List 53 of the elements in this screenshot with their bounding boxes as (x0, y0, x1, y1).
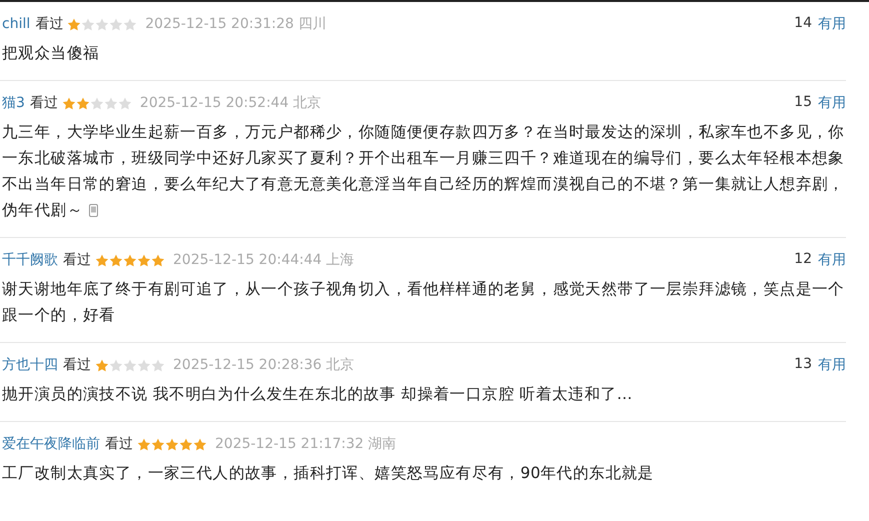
star-icon (95, 358, 109, 372)
star-icon (81, 18, 96, 30)
vote-count: 14 (794, 15, 812, 33)
review-time: 2025-12-15 20:52:44 北京 (140, 94, 322, 112)
star-icon (123, 358, 137, 372)
star-icon (151, 358, 165, 372)
review-text: 九三年，大学毕业生起薪一百多，万元户都稀少，你随随便便存款四万多？在当时最发达的深圳，私家车也不多见，你一东北破落城市，班级同学中还好几家买了夏利？开个出租车一月赚三四千？难道现在的编导们，要么太年轻根本想象不出当年日常的窘迫，要么年纪大了有意无意美化意淫当年自己经历的辉煌而漠视自己的不堪？第一集就让人想弃剧，伪年代剧～ (2, 122, 846, 221)
star-icon (90, 96, 104, 110)
useful-link[interactable]: 有用 (818, 356, 846, 374)
star-icon (95, 254, 109, 266)
review-time: 2025-12-15 20:28:36 北京 (173, 356, 354, 374)
review-text: 工厂改制太真实了，一家三代人的故事，插科打诨、嬉笑怒骂应有尽有，90年代的东北就是 (2, 463, 655, 484)
review-text: 抛开演员的演技不说 我不明白为什么发生在东北的故事 却操着一口京腔 听着太违和了… (2, 384, 634, 405)
review-text: 把观众当傻福 (2, 43, 100, 64)
useful-link[interactable]: 有用 (818, 94, 846, 112)
star-icon (151, 254, 165, 266)
watched-status: 看过 (105, 435, 133, 453)
user-name-link[interactable]: 千千阙歌 (2, 251, 58, 269)
star-icon (123, 254, 137, 266)
useful-link[interactable]: 有用 (818, 251, 846, 269)
vote-count: 15 (794, 94, 812, 112)
user-name-link[interactable]: 猫3 (2, 94, 25, 112)
review-text: 谢天谢地年底了终于有剧可追了，从一个孩子视角切入，看他样样通的老舅，感觉天然带了一层崇拜滤镜，笑点是一个跟一个的，好看 (2, 279, 846, 326)
vote-count: 13 (794, 356, 812, 374)
star-icon (76, 96, 90, 110)
star-icon (151, 438, 165, 450)
user-name-link[interactable]: 方也十四 (2, 356, 58, 374)
star-icon (193, 438, 207, 450)
star-icon (123, 18, 138, 30)
watched-status: 看过 (35, 15, 64, 33)
useful-link[interactable]: 有用 (818, 15, 846, 33)
star-icon (137, 358, 151, 372)
star-icon (109, 358, 123, 372)
star-icon (62, 96, 76, 110)
star-icon (179, 438, 193, 450)
star-icon (165, 438, 179, 450)
star-icon (109, 18, 124, 30)
star-icon (118, 96, 132, 110)
watched-status: 看过 (63, 251, 91, 269)
review-time: 2025-12-15 21:17:32 湖南 (215, 435, 396, 453)
vote-count: 12 (794, 251, 812, 269)
user-name-link[interactable]: chill (2, 16, 30, 32)
star-icon (137, 438, 151, 450)
star-icon (67, 18, 82, 30)
star-icon (95, 18, 110, 30)
review-time: 2025-12-15 20:44:44 上海 (173, 251, 354, 269)
review-time: 2025-12-15 20:31:28 四川 (145, 15, 326, 33)
watched-status: 看过 (63, 356, 91, 374)
user-name-link[interactable]: 爱在午夜降临前 (2, 435, 100, 453)
star-icon (109, 254, 123, 266)
star-icon (137, 254, 151, 266)
watched-status: 看过 (30, 94, 58, 112)
star-icon (104, 96, 118, 110)
